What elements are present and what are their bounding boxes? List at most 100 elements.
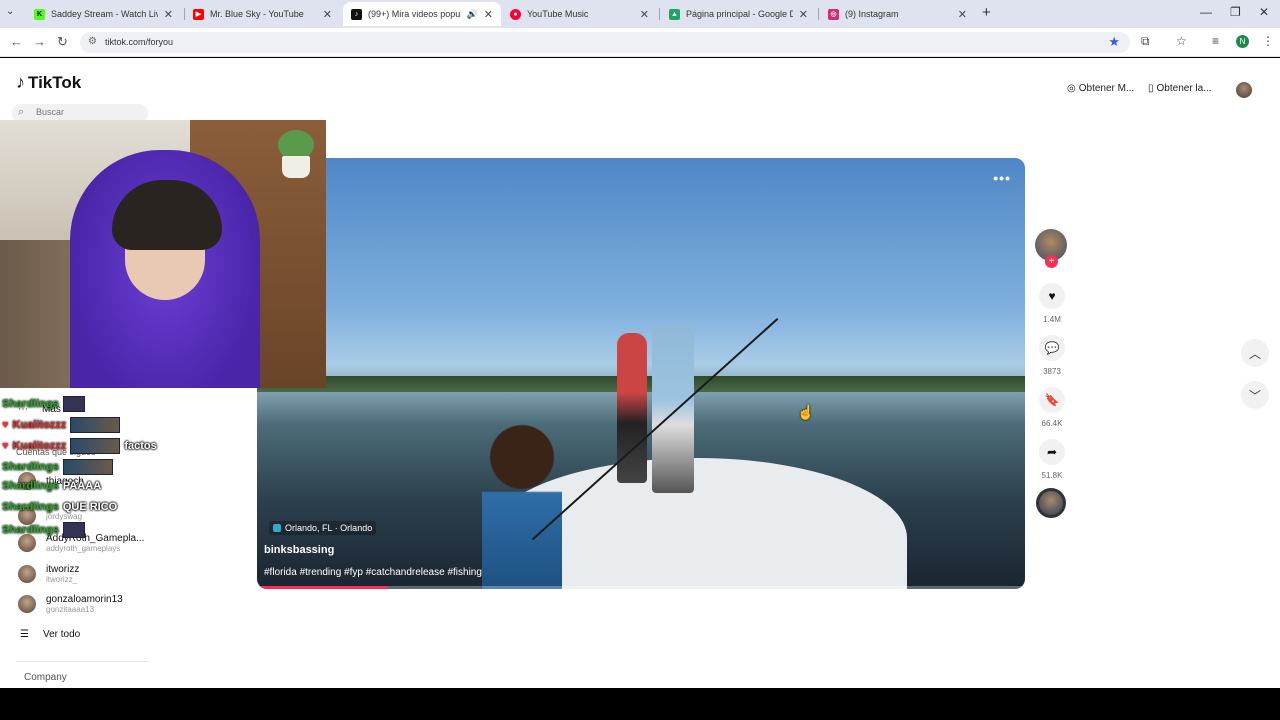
chat-emote (62, 459, 113, 475)
comment-button[interactable]: 💬 3873 (1036, 335, 1068, 376)
video-caption[interactable]: #florida #trending #fyp #catchandrelease… (264, 567, 482, 578)
see-all-label: Ver todo (42, 629, 81, 640)
sidebar-account[interactable]: gonzaloamorin13 gonzitaaaa13 (18, 594, 123, 614)
share-icon: ➦ (1039, 439, 1065, 465)
share-count: 51.8K (1041, 471, 1063, 480)
search-input[interactable] (36, 107, 136, 117)
get-app-label: Obtener la... (1156, 83, 1212, 94)
back-icon[interactable]: ← (10, 34, 23, 49)
tiktok-logo[interactable]: ♪ TikTok (16, 72, 81, 93)
chat-username: Shardlings (2, 524, 59, 536)
chat-text: factos (124, 440, 157, 452)
sidebar-divider (16, 661, 148, 662)
location-pin-icon (273, 524, 281, 532)
bookmark-star-icon[interactable]: ★ (1108, 34, 1120, 50)
tab-instagram[interactable]: ◎ (9) Instagram ✕ (820, 2, 975, 26)
address-bar[interactable]: ⚙ tiktok.com/foryou ★ (80, 32, 1130, 53)
tab-kick[interactable]: K Saddey Stream - Watch Live on ✕ (26, 2, 181, 26)
chat-username: Shardlings (2, 461, 59, 473)
chat-text: PAAAA (62, 480, 102, 492)
close-window-icon[interactable]: ✕ (1259, 5, 1269, 19)
chat-message: Shardlings (2, 459, 113, 475)
chat-message: ♥ Kualitozzz factos (2, 438, 157, 454)
chevron-down-icon: ﹀ (1248, 388, 1261, 403)
close-tab-icon[interactable]: ✕ (958, 8, 967, 21)
video-author[interactable]: binksbassing (264, 544, 334, 556)
location-tag[interactable]: Orlando, FL · Orlando (269, 521, 377, 535)
close-tab-icon[interactable]: ✕ (164, 8, 173, 21)
tab-title: (9) Instagram (845, 9, 899, 19)
see-all-link[interactable]: ☰ Ver todo (20, 629, 80, 640)
tab-tiktok[interactable]: ♪ (99+) Mira videos populares 🔊 ✕ (343, 2, 501, 26)
reload-icon[interactable]: ↻ (57, 34, 68, 50)
tab-youtube[interactable]: ▶ Mr. Blue Sky - YouTube ✕ (185, 2, 340, 26)
video-player[interactable]: ••• Orlando, FL · Orlando binksbassing #… (257, 158, 1025, 589)
chat-username: Shardlings (2, 501, 59, 513)
chat-text: QUE RICO (62, 501, 118, 513)
account-handle: addyroth_gameplays (46, 544, 121, 553)
tab-divider (659, 8, 660, 20)
get-app-button[interactable]: ▯ Obtener la... (1148, 83, 1212, 94)
list-icon: ☰ (20, 629, 29, 640)
extensions-icon[interactable]: ⧉ (1141, 34, 1150, 49)
tab-title: Página principal - Google Drive (686, 9, 793, 19)
tab-youtube-music[interactable]: ● YouTube Music ✕ (502, 2, 657, 26)
tab-title: (99+) Mira videos populares (368, 9, 461, 19)
account-handle: gonzitaaaa13 (46, 605, 95, 614)
profile-avatar[interactable]: N (1236, 35, 1249, 48)
next-video-button[interactable]: ﹀ (1241, 381, 1269, 409)
save-button[interactable]: 🔖 66.4K (1036, 387, 1068, 428)
video-more-icon[interactable]: ••• (993, 170, 1011, 186)
tab-search-icon[interactable]: ⌄ (6, 6, 14, 17)
music-disc[interactable] (1036, 488, 1066, 518)
avatar (18, 565, 36, 583)
like-button[interactable]: ♥ 1.4M (1036, 283, 1068, 324)
comment-icon: 💬 (1039, 335, 1065, 361)
sidebar-account[interactable]: itworizz itworizz_ (18, 564, 79, 584)
streamer-webcam (0, 120, 326, 388)
close-tab-icon[interactable]: ✕ (484, 8, 493, 21)
media-control-icon[interactable]: ≡ (1212, 34, 1219, 48)
chat-message: Shardlings QUE RICO (2, 501, 117, 513)
user-avatar[interactable] (1236, 82, 1252, 98)
video-child (482, 423, 562, 589)
company-link[interactable]: Company (24, 672, 67, 683)
close-tab-icon[interactable]: ✕ (323, 8, 332, 21)
get-coins-label: Obtener M... (1078, 83, 1135, 94)
bottom-black-bar (0, 688, 1280, 720)
close-tab-icon[interactable]: ✕ (799, 8, 808, 21)
heart-badge-icon: ♥ (2, 419, 9, 431)
tab-title: YouTube Music (527, 9, 589, 19)
close-tab-icon[interactable]: ✕ (640, 8, 649, 21)
restore-icon[interactable]: ❐ (1230, 5, 1241, 19)
follow-plus-icon[interactable]: + (1045, 255, 1058, 268)
comment-count: 3873 (1043, 367, 1061, 376)
account-handle: itworizz_ (46, 575, 78, 584)
chat-emote (70, 438, 121, 454)
logo-text: TikTok (28, 72, 82, 92)
menu-kebab-icon[interactable]: ⋮ (1262, 34, 1274, 48)
minimize-icon[interactable]: — (1200, 5, 1212, 19)
site-info-icon[interactable]: ⚙ (88, 36, 97, 47)
coin-icon: ◎ (1067, 83, 1076, 94)
bookmarks-icon[interactable]: ☆ (1176, 34, 1187, 48)
tab-title: Mr. Blue Sky - YouTube (210, 9, 304, 19)
location-label: Orlando, FL · Orlando (285, 523, 373, 533)
tab-divider (818, 8, 819, 20)
chat-emote (70, 417, 121, 433)
previous-video-button[interactable]: ︿ (1241, 339, 1269, 367)
get-coins-button[interactable]: ◎ Obtener M... (1067, 83, 1134, 94)
mouse-cursor-icon: ☝ (797, 404, 815, 420)
video-progress-bar[interactable] (257, 586, 1025, 589)
chat-username: Kualitozzz (12, 419, 67, 431)
share-button[interactable]: ➦ 51.8K (1036, 439, 1068, 480)
speaker-icon[interactable]: 🔊 (467, 9, 478, 20)
forward-icon[interactable]: → (33, 34, 46, 49)
youtube-music-favicon-icon: ● (510, 8, 521, 20)
new-tab-icon[interactable]: + (982, 4, 991, 21)
tiktok-favicon-icon: ♪ (351, 8, 362, 20)
tab-google-drive[interactable]: ▲ Página principal - Google Drive ✕ (661, 2, 816, 26)
chat-message: ♥ Kualitozzz (2, 417, 121, 433)
chat-message: Shardlings PAAAA (2, 480, 101, 492)
url-text[interactable]: tiktok.com/foryou (105, 37, 173, 47)
